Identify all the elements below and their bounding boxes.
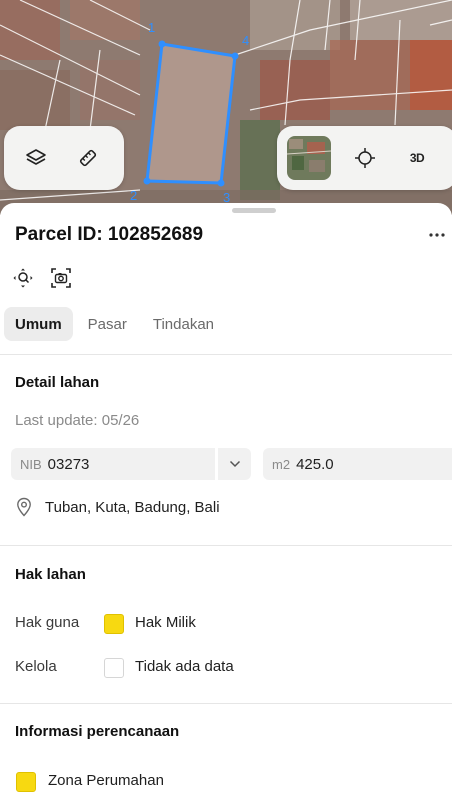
map-view-group: 3D <box>277 126 452 190</box>
hak-guna-label: Hak guna <box>15 614 80 631</box>
nib-prefix: NIB <box>20 456 42 472</box>
parcel-title: Parcel ID: 102852689 <box>15 224 204 245</box>
hak-guna-value: Hak Milik <box>135 614 196 631</box>
kelola-value: Tidak ada data <box>135 658 234 675</box>
more-horizontal-icon <box>429 233 445 237</box>
tab-umum[interactable]: Umum <box>4 307 73 341</box>
area-field[interactable]: m2 425.0 <box>263 448 452 480</box>
section-title-hak-lahan: Hak lahan <box>15 566 86 583</box>
map-view[interactable]: 1 4 2 3 3D <box>0 0 452 215</box>
divider <box>0 545 452 546</box>
satellite-thumbnail-image <box>287 136 331 180</box>
map-tools-group <box>4 126 124 190</box>
tab-tindakan[interactable]: Tindakan <box>142 307 225 341</box>
sheet-drag-handle[interactable] <box>232 208 276 213</box>
last-update-text: Last update: 05/26 <box>15 412 140 429</box>
layers-button[interactable] <box>10 132 62 184</box>
section-title-informasi-perencanaan: Informasi perencanaan <box>15 723 180 740</box>
location-row: Tuban, Kuta, Badung, Bali <box>16 497 220 517</box>
section-title-detail-lahan: Detail lahan <box>15 374 100 391</box>
focus-icon <box>13 268 33 288</box>
divider <box>0 354 452 355</box>
crosshair-icon <box>355 148 375 168</box>
hak-guna-swatch <box>104 614 124 634</box>
vertex-label: 2 <box>130 188 138 203</box>
area-unit: m2 <box>272 456 291 472</box>
screenshot-icon <box>51 268 71 288</box>
zone-label: Zona Perumahan <box>48 772 164 789</box>
vertex-label: 1 <box>148 20 156 35</box>
vertex-label: 4 <box>242 33 250 48</box>
area-value: 425.0 <box>296 455 334 473</box>
layers-icon <box>26 149 46 165</box>
view-3d-label: 3D <box>409 151 425 165</box>
divider <box>0 703 452 704</box>
kelola-label: Kelola <box>15 658 57 675</box>
basemap-thumbnail[interactable] <box>287 136 331 180</box>
ruler-icon <box>79 149 97 167</box>
tab-pasar[interactable]: Pasar <box>77 307 138 341</box>
focus-parcel-button[interactable] <box>10 265 36 291</box>
nib-value: 03273 <box>47 455 90 473</box>
more-options-button[interactable] <box>425 223 449 247</box>
view-3d-button[interactable]: 3D <box>391 132 443 184</box>
nib-field[interactable]: NIB 03273 <box>11 448 215 480</box>
location-text: Tuban, Kuta, Badung, Bali <box>45 498 220 516</box>
zone-swatch <box>16 772 36 792</box>
location-pin-icon <box>17 497 31 517</box>
locate-button[interactable] <box>339 132 391 184</box>
kelola-swatch <box>104 658 124 678</box>
measure-button[interactable] <box>62 132 114 184</box>
screenshot-button[interactable] <box>48 265 74 291</box>
detail-tabs: Umum Pasar Tindakan <box>4 307 225 341</box>
parcel-detail-sheet: Parcel ID: 102852689 Umum Pasar Tindakan <box>0 203 452 804</box>
nib-dropdown-button[interactable] <box>218 448 251 480</box>
chevron-down-icon <box>229 460 240 468</box>
